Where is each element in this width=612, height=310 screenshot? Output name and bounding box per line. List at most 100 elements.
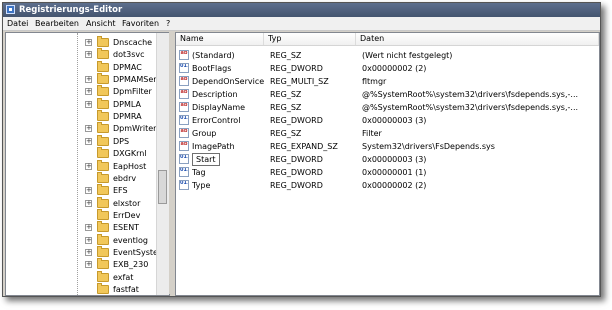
binary-value-icon: 011	[179, 115, 189, 125]
column-header-type[interactable]: Typ	[264, 33, 356, 45]
expand-icon[interactable]: +	[85, 236, 92, 244]
folder-icon	[97, 48, 109, 60]
value-data: 0x00000002 (2)	[362, 181, 427, 190]
value-type: REG_SZ	[270, 90, 302, 99]
folder-icon	[97, 283, 109, 294]
string-value-icon: ab	[179, 76, 189, 86]
tree-node-label: DPS	[113, 136, 130, 146]
tree-node[interactable]: ebdrv	[6, 171, 156, 185]
value-name: Type	[192, 181, 211, 190]
menu-favoriten[interactable]: Favoriten	[122, 18, 159, 29]
value-row[interactable]: ab ImagePath REG_EXPAND_SZ System32\drivers…	[176, 140, 599, 153]
folder-icon	[97, 110, 109, 122]
expand-icon[interactable]: +	[85, 100, 92, 108]
value-data: System32\drivers\FsDepends.sys	[362, 142, 495, 151]
tree-node[interactable]: DPMAC	[6, 60, 156, 74]
string-value-icon: ab	[179, 89, 189, 99]
menu-bar: Datei Bearbeiten Ansicht Favoriten ?	[3, 17, 600, 31]
value-type: REG_DWORD	[270, 168, 323, 177]
tree-node[interactable]: ErrDev	[6, 208, 156, 222]
tree-node[interactable]: + DPMAMServ	[6, 73, 161, 86]
key-tree-pane[interactable]: + Dnscache + dot3svc DPMAC + DPMAMServ + DpmFilt…	[5, 32, 170, 296]
folder-icon	[97, 171, 109, 183]
values-list-pane[interactable]: Name Typ Daten ab (Standard) REG_SZ (Wert n…	[175, 32, 600, 296]
value-type: REG_SZ	[270, 103, 302, 112]
folder-icon	[97, 208, 109, 220]
tree-node[interactable]: + EapHost	[6, 159, 156, 173]
folder-icon	[97, 159, 109, 171]
value-row[interactable]: 011ErrorControl REG_DWORD 0x00000003 (3)	[176, 114, 599, 127]
value-data: (Wert nicht festgelegt)	[362, 51, 453, 60]
value-type: REG_DWORD	[270, 64, 323, 73]
value-name: Start	[192, 153, 220, 166]
expand-icon[interactable]: +	[85, 162, 92, 170]
expand-icon[interactable]: +	[85, 51, 92, 59]
value-type: REG_DWORD	[270, 155, 323, 164]
tree-node[interactable]: + dot3svc	[6, 48, 156, 61]
folder-icon	[97, 60, 109, 72]
tree-node[interactable]: + DPS	[6, 134, 156, 148]
value-data: @%SystemRoot%\system32\drivers\fsdepends…	[362, 103, 579, 112]
pane-splitter[interactable]	[169, 32, 174, 294]
tree-node[interactable]: + eventlog	[6, 233, 156, 247]
value-row[interactable]: ab DisplayName REG_SZ @%SystemRoot%\system3…	[176, 101, 599, 114]
tree-node[interactable]: + DpmFilter	[6, 85, 156, 98]
expand-icon[interactable]: +	[85, 248, 92, 256]
window-title: Registrierungs-Editor	[19, 5, 123, 15]
expand-icon[interactable]: +	[85, 125, 92, 133]
value-name: (Standard)	[192, 51, 235, 60]
value-row[interactable]: ab Description REG_SZ @%SystemRoot%\system3…	[176, 88, 599, 101]
value-row[interactable]: ab Group REG_SZ Filter	[176, 127, 599, 140]
menu-bearbeiten[interactable]: Bearbeiten	[35, 18, 79, 29]
tree-node[interactable]: + EXB_230	[6, 258, 156, 271]
tree-node-label: exfat	[113, 272, 134, 282]
value-row[interactable]: 011Tag REG_DWORD 0x00000001 (1)	[176, 166, 599, 179]
tree-node-label: dot3svc	[113, 50, 145, 60]
expand-icon[interactable]: +	[85, 261, 92, 269]
value-row[interactable]: 011BootFlags REG_DWORD 0x00000002 (2)	[176, 62, 599, 75]
tree-node[interactable]: fastfat	[6, 283, 156, 295]
tree-node[interactable]: + Dnscache	[6, 36, 156, 49]
menu-help[interactable]: ?	[166, 18, 170, 29]
tree-node-label: Dnscache	[113, 38, 153, 47]
title-bar[interactable]: Registrierungs-Editor	[3, 3, 600, 17]
folder-icon	[97, 134, 109, 146]
string-value-icon: ab	[179, 102, 189, 112]
menu-datei[interactable]: Datei	[7, 18, 28, 29]
tree-node[interactable]: + EFS	[6, 184, 156, 197]
value-type: REG_SZ	[270, 51, 302, 60]
tree-scrollbar-thumb[interactable]	[158, 170, 167, 204]
tree-node[interactable]: exfat	[6, 270, 156, 284]
tree-node[interactable]: + DpmWriter	[6, 122, 156, 135]
value-row[interactable]: 011Start REG_DWORD 0x00000003 (3)	[176, 153, 599, 166]
value-type: REG_DWORD	[270, 116, 323, 125]
expand-icon[interactable]: +	[85, 39, 92, 46]
tree-node-label: DpmFilter	[113, 87, 152, 97]
menu-ansicht[interactable]: Ansicht	[86, 18, 116, 29]
value-name: DisplayName	[192, 103, 246, 112]
column-header-name[interactable]: Name	[176, 33, 264, 45]
tree-node[interactable]: + EventSyster	[6, 245, 161, 259]
expand-icon[interactable]: +	[85, 137, 92, 145]
column-header-data[interactable]: Daten	[356, 33, 599, 45]
tree-node[interactable]: + ESENT	[6, 221, 156, 234]
expand-icon[interactable]: +	[85, 76, 92, 84]
value-row[interactable]: ab DependOnService REG_MULTI_SZ fltmgr	[176, 75, 599, 88]
tree-scrollbar[interactable]	[156, 33, 169, 295]
folder-icon	[97, 258, 109, 270]
tree-node[interactable]: + DPMLA	[6, 97, 156, 111]
tree-node-label: DpmWriter	[113, 124, 157, 134]
expand-icon[interactable]: +	[85, 199, 92, 207]
expand-icon[interactable]: +	[85, 187, 92, 195]
expand-icon[interactable]: +	[85, 224, 92, 232]
folder-icon	[97, 97, 109, 109]
expand-icon[interactable]: +	[85, 88, 92, 96]
tree-node[interactable]: DPMRA	[6, 110, 156, 123]
string-value-icon: ab	[179, 50, 189, 60]
folder-icon	[97, 85, 109, 97]
tree-node[interactable]: + elxstor	[6, 196, 156, 210]
tree-node[interactable]: DXGKrnl	[6, 147, 156, 160]
value-row[interactable]: ab (Standard) REG_SZ (Wert nicht festgelegt…	[176, 49, 599, 62]
value-name: ErrorControl	[192, 116, 241, 125]
value-row[interactable]: 011Type REG_DWORD 0x00000002 (2)	[176, 179, 599, 192]
